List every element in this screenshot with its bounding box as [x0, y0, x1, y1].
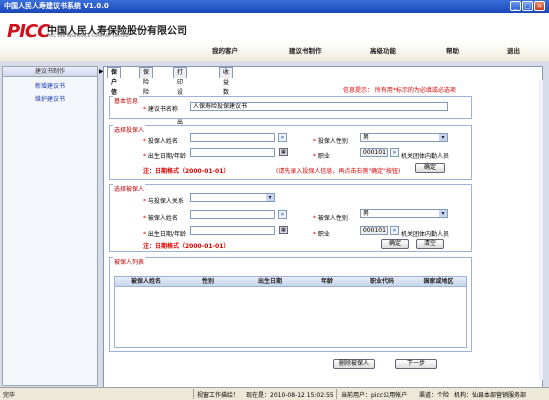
applicant-name-input[interactable] — [190, 133, 275, 142]
applicant-lookup-button[interactable]: » — [278, 133, 287, 142]
insured-job-lookup-button[interactable]: » — [390, 226, 399, 235]
info-hint: 信息提示： 所有用*标示的为必填或必选项 — [343, 87, 456, 94]
sidebar-item-maintain-proposal[interactable]: 维护建议书 — [35, 94, 97, 103]
applicant-date-note: 注：日期格式（2000-01-01） — [143, 168, 230, 175]
insured-gender-label: * 被保人性别 — [313, 215, 348, 222]
applicant-birth-input[interactable] — [190, 148, 275, 157]
table-header: 被保人姓名 性别 出生日期 年龄 职业代码 国家或地区 — [115, 277, 466, 287]
status-divider — [193, 389, 194, 399]
status-user: 当前用户：picc公用帐户 — [341, 392, 408, 399]
status-divider — [336, 389, 337, 399]
group-title: 被保人列表 — [113, 257, 146, 266]
applicant-gender-label: * 投保人性别 — [313, 138, 348, 145]
window-title: 中国人民人寿建议书系统 V1.0.0 — [4, 2, 109, 10]
nav-proposal[interactable]: 建议书制作 — [289, 45, 322, 55]
column-header: 国家或地区 — [423, 278, 454, 285]
column-header: 年龄 — [320, 278, 333, 285]
insured-table: 被保人姓名 性别 出生日期 年龄 职业代码 国家或地区 — [114, 276, 467, 348]
nav-my-customers[interactable]: 我的客户 — [212, 45, 238, 55]
picc-logo: PICC — [7, 21, 50, 42]
sidebar-title: 建议书制作 — [3, 67, 97, 77]
insured-gender-select[interactable]: 男 — [360, 209, 448, 218]
insured-job-desc: 机关团体内勤人员 — [401, 231, 450, 238]
status-work: 视窗工作描绘！ — [197, 392, 240, 399]
applicant-name-label: * 投保人姓名 — [143, 138, 178, 145]
maximize-button[interactable]: □ — [522, 1, 533, 11]
status-org: 机构：仙县本部营销服务部 — [454, 392, 527, 399]
insured-birth-label: * 出生日期/年龄 — [143, 231, 186, 238]
insured-job-code[interactable]: 000101 — [360, 226, 388, 235]
column-header: 出生日期 — [257, 278, 282, 285]
nav-help[interactable]: 帮助 — [446, 45, 459, 55]
nav-advanced[interactable]: 高级功能 — [370, 45, 396, 55]
applicant-tip: (请先录入投保人信息，再点击右侧"确定"按钮) — [276, 168, 401, 175]
applicant-job-code[interactable]: 000101 — [360, 148, 388, 157]
tab-benefit-data[interactable]: 收益数据 — [219, 67, 234, 106]
scrollbar[interactable] — [539, 80, 543, 380]
status-bar: 完毕 视窗工作描绘！ 现在是：2010-08-12 15:02:55 当前用户：… — [0, 387, 549, 400]
status-time: 现在是：2010-08-12 15:02:55 — [246, 392, 334, 399]
applicant-birth-label: * 出生日期/年龄 — [143, 153, 186, 160]
calendar-icon[interactable]: ▦ — [279, 226, 288, 234]
tab-print-output[interactable]: 打印设置输出 — [173, 67, 188, 126]
status-channel: 渠道：个险 — [419, 392, 450, 399]
applicant-confirm-button[interactable]: 确定 — [415, 163, 445, 173]
insured-birth-input[interactable] — [190, 226, 275, 235]
insured-job-label: * 职业 — [313, 231, 330, 238]
relation-select[interactable] — [190, 193, 275, 202]
calendar-icon[interactable]: ▦ — [279, 148, 288, 156]
window-titlebar: 中国人民人寿建议书系统 V1.0.0 — [0, 0, 549, 13]
delete-insured-button[interactable]: 删除被保人 — [333, 359, 375, 369]
sidebar: 建议书制作 新增建议书 维护建议书 — [2, 66, 98, 386]
tab-customer-info[interactable]: 保户信息 — [107, 67, 122, 106]
insured-confirm-button[interactable]: 确定 — [381, 239, 409, 249]
insured-name-label: * 被保人姓名 — [143, 215, 178, 222]
insured-name-input[interactable] — [190, 210, 275, 219]
group-title: 选择被保人 — [113, 184, 146, 193]
close-button[interactable]: × — [534, 1, 545, 11]
nav-exit[interactable]: 退出 — [507, 45, 520, 55]
status-done: 完毕 — [3, 392, 16, 399]
column-header: 性别 — [201, 278, 214, 285]
column-header: 被保人姓名 — [130, 278, 161, 285]
insured-lookup-button[interactable]: » — [278, 210, 287, 219]
applicant-job-lookup-button[interactable]: » — [390, 148, 399, 157]
sidebar-item-new-proposal[interactable]: 新增建议书 — [35, 81, 97, 90]
applicant-gender-select[interactable]: 男 — [360, 133, 448, 142]
insured-date-note: 注：日期格式（2000-01-01） — [143, 243, 230, 250]
company-name-en: PICC LIFE INSURANCE COMPANY LIMITED — [47, 33, 129, 38]
tab-products[interactable]: 保险险种 — [139, 67, 154, 106]
insured-clear-button[interactable]: 清空 — [416, 239, 444, 249]
column-header: 职业代码 — [369, 278, 394, 285]
proposal-name-input[interactable]: 人保寿险投保建议书 — [190, 102, 448, 111]
minimize-button[interactable]: _ — [510, 1, 521, 11]
proposal-name-label: * 建议书名称 — [143, 106, 178, 113]
next-step-button[interactable]: 下一步 — [395, 359, 437, 369]
relation-label: * 与投保人关系 — [143, 198, 184, 205]
applicant-job-desc: 机关团体内勤人员 — [401, 153, 450, 160]
applicant-job-label: * 职业 — [313, 153, 330, 160]
group-title: 基本信息 — [113, 96, 140, 105]
group-title: 选择投保人 — [113, 125, 146, 134]
